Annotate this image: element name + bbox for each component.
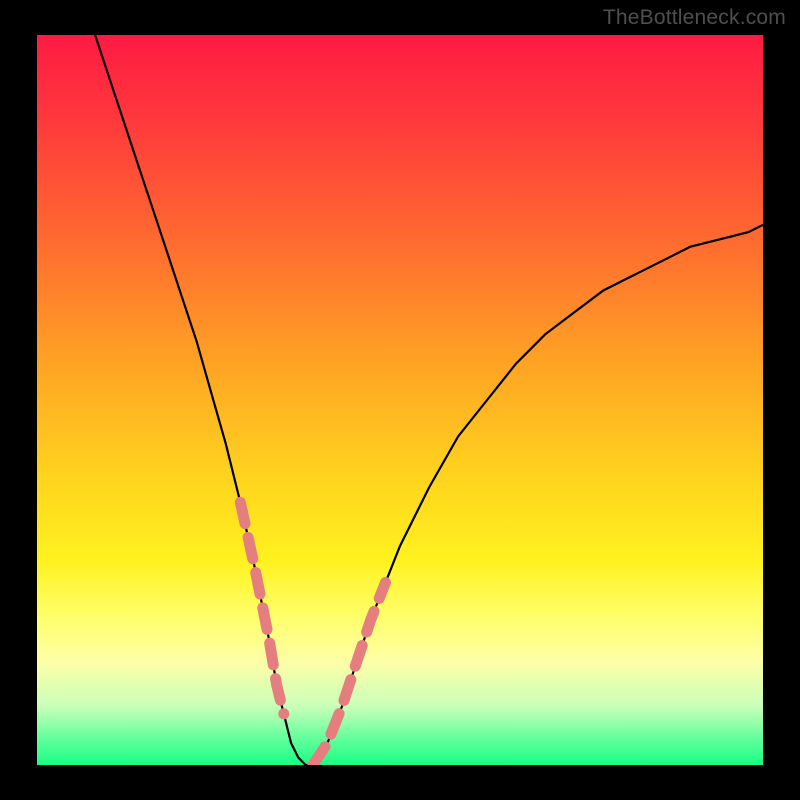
bottleneck-curve-svg	[37, 35, 763, 765]
chart-frame: TheBottleneck.com	[0, 0, 800, 800]
dashed-overlay-left	[240, 502, 283, 714]
bottleneck-curve	[95, 35, 763, 765]
dashed-overlay-right	[313, 583, 386, 766]
watermark-text: TheBottleneck.com	[603, 6, 786, 30]
plot-area	[37, 35, 763, 765]
